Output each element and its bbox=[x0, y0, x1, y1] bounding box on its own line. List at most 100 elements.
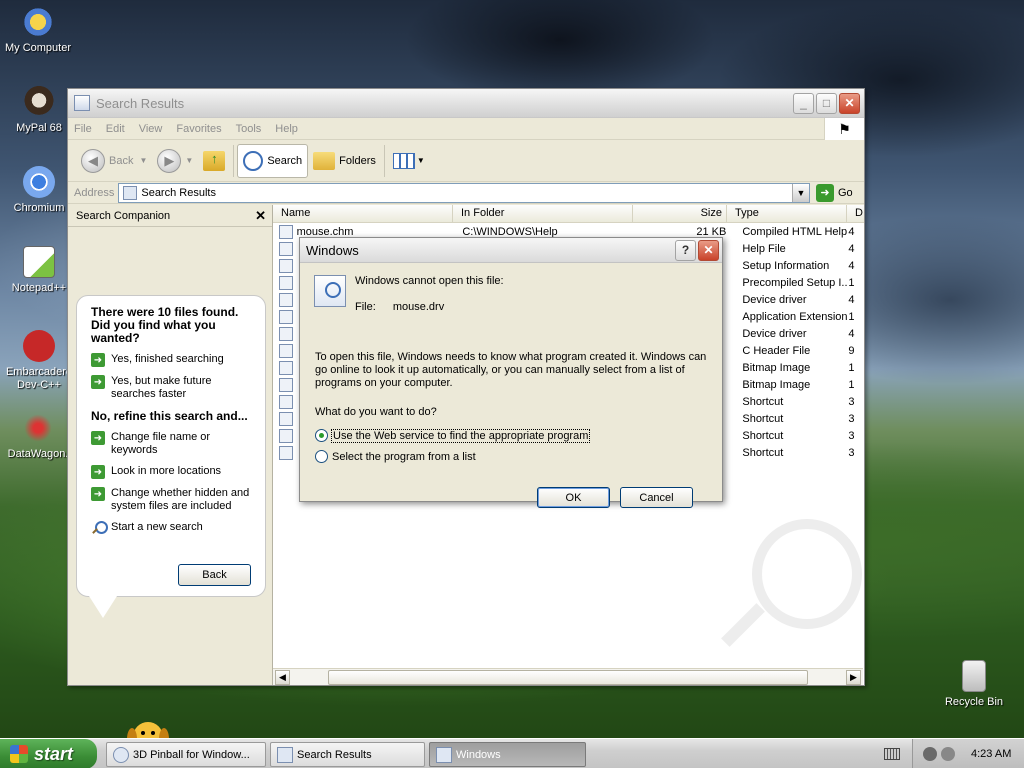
folders-button[interactable]: Folders bbox=[308, 144, 381, 178]
up-folder-icon: ↑ bbox=[203, 150, 226, 171]
companion-header: Search Companion ✕ bbox=[68, 205, 272, 227]
menu-help[interactable]: Help bbox=[275, 123, 298, 135]
pinball-icon bbox=[113, 746, 129, 763]
address-label: Address bbox=[74, 186, 115, 199]
open-with-dialog[interactable]: Windows ? ✕ Windows cannot open this fil… bbox=[299, 237, 723, 508]
menu-tools[interactable]: Tools bbox=[236, 123, 262, 135]
menu-view[interactable]: View bbox=[139, 123, 163, 135]
address-input[interactable]: Search Results ▼ bbox=[118, 182, 810, 203]
datawagon-icon bbox=[22, 412, 54, 444]
cancel-button[interactable]: Cancel bbox=[620, 487, 693, 508]
cell-type: Help File bbox=[742, 243, 786, 255]
minimize-button[interactable]: _ bbox=[793, 92, 814, 114]
file-icon bbox=[279, 378, 293, 392]
scroll-left-icon[interactable]: ◀ bbox=[275, 669, 290, 685]
taskbar-item-label: 3D Pinball for Window... bbox=[133, 748, 250, 761]
maximize-button[interactable]: □ bbox=[816, 92, 837, 114]
volume-icon[interactable] bbox=[941, 747, 955, 761]
search-button[interactable]: Search bbox=[237, 143, 309, 178]
column-in-folder[interactable]: In Folder bbox=[453, 205, 633, 222]
companion-back-button[interactable]: Back bbox=[178, 564, 251, 586]
green-arrow-icon: ➜ bbox=[91, 353, 105, 367]
green-arrow-icon: ➜ bbox=[91, 431, 105, 445]
option-change-file-name[interactable]: ➜ Change file name or keywords bbox=[91, 431, 257, 457]
scroll-right-icon[interactable]: ▶ bbox=[846, 669, 861, 685]
column-date[interactable]: D bbox=[847, 205, 863, 222]
option-finished-searching[interactable]: ➜ Yes, finished searching bbox=[91, 353, 257, 367]
dialog-titlebar[interactable]: Windows ? ✕ bbox=[300, 238, 722, 263]
keyboard-icon[interactable] bbox=[884, 748, 900, 760]
option-more-locations[interactable]: ➜ Look in more locations bbox=[91, 465, 257, 479]
companion-balloon: There were 10 files found. Did you find … bbox=[76, 295, 266, 618]
views-button[interactable]: ▼ bbox=[388, 144, 430, 178]
option-label: Yes, finished searching bbox=[111, 353, 224, 365]
address-value: Search Results bbox=[141, 186, 216, 199]
views-dropdown-icon[interactable]: ▼ bbox=[417, 156, 425, 165]
desktop-icon-my-computer[interactable]: My Computer bbox=[0, 6, 76, 55]
forward-dropdown-icon[interactable]: ▼ bbox=[185, 156, 193, 165]
radio-list-label: Select the program from a list bbox=[332, 450, 476, 463]
taskbar-item-windows-dialog[interactable]: Windows bbox=[429, 742, 586, 767]
desktop-icon-mypal[interactable]: MyPal 68 bbox=[1, 86, 77, 135]
forward-button[interactable]: ▶ ▼ bbox=[152, 144, 198, 178]
up-folder-button[interactable]: ↑ bbox=[198, 144, 230, 178]
cell-d: 4 bbox=[848, 243, 855, 255]
option-label: Look in more locations bbox=[111, 465, 222, 477]
desktop-icon-label: Recycle Bin bbox=[944, 696, 1004, 708]
cell-d: 1 bbox=[848, 311, 855, 323]
column-size[interactable]: Size bbox=[633, 205, 727, 222]
start-label: start bbox=[34, 743, 74, 764]
desktop-icon-chromium[interactable]: Chromium bbox=[1, 166, 77, 215]
window-icon bbox=[436, 746, 452, 763]
dialog-question: What do you want to do? bbox=[315, 406, 437, 418]
network-icon[interactable] bbox=[923, 747, 937, 761]
desktop-icon-datawagon[interactable]: DataWagon. bbox=[0, 412, 76, 461]
windows-flag-icon bbox=[10, 745, 28, 763]
radio-select-from-list[interactable]: Select the program from a list bbox=[315, 450, 476, 463]
cell-type: Shortcut bbox=[742, 447, 784, 459]
dialog-close-button[interactable]: ✕ bbox=[698, 239, 719, 261]
refine-heading: No, refine this search and... bbox=[91, 409, 248, 423]
cell-d: 9 bbox=[848, 345, 855, 357]
help-button[interactable]: ? bbox=[675, 239, 696, 261]
notepadpp-icon bbox=[23, 246, 55, 278]
close-button[interactable]: ✕ bbox=[839, 92, 860, 114]
desktop-icon-notepadpp[interactable]: Notepad++ bbox=[1, 246, 77, 295]
radio-dot bbox=[315, 450, 328, 463]
radio-web-service[interactable]: Use the Web service to find the appropri… bbox=[315, 428, 591, 443]
ok-button[interactable]: OK bbox=[537, 487, 610, 508]
start-button[interactable]: start bbox=[0, 739, 97, 768]
go-button[interactable]: ➜ Go bbox=[810, 183, 864, 202]
views-icon bbox=[392, 152, 415, 169]
taskbar-item-pinball[interactable]: 3D Pinball for Window... bbox=[106, 742, 266, 767]
menu-file[interactable]: File bbox=[74, 123, 92, 135]
column-type[interactable]: Type bbox=[727, 205, 847, 222]
option-hidden-system-files[interactable]: ➜ Change whether hidden and system files… bbox=[91, 487, 257, 513]
file-icon bbox=[279, 361, 293, 375]
option-label: Yes, but make future searches faster bbox=[111, 375, 212, 400]
column-name[interactable]: Name bbox=[273, 205, 453, 222]
mypal-icon bbox=[23, 86, 55, 118]
dialog-title: Windows bbox=[306, 242, 359, 258]
menu-edit[interactable]: Edit bbox=[106, 123, 125, 135]
desktop-icon-devcpp[interactable]: Embarcadero Dev-C++ bbox=[1, 330, 77, 392]
clock[interactable]: 4:23 AM bbox=[971, 748, 1011, 760]
taskbar-item-search-results[interactable]: Search Results bbox=[270, 742, 425, 767]
file-icon bbox=[279, 395, 293, 409]
menu-favorites[interactable]: Favorites bbox=[176, 123, 221, 135]
window-titlebar[interactable]: Search Results _ □ ✕ bbox=[68, 89, 864, 118]
back-arrow-icon: ◀ bbox=[81, 148, 105, 173]
companion-close-icon[interactable]: ✕ bbox=[255, 208, 266, 224]
system-tray: 4:23 AM bbox=[912, 739, 1024, 768]
option-new-search[interactable]: Start a new search bbox=[91, 521, 257, 535]
back-button[interactable]: ◀ Back ▼ bbox=[76, 144, 152, 178]
toolbar: ◀ Back ▼ ▶ ▼ ↑ Search Folders ▼ bbox=[68, 140, 864, 182]
desktop-icon-recycle-bin[interactable]: Recycle Bin bbox=[936, 660, 1012, 709]
option-faster-searches[interactable]: ➜ Yes, but make future searches faster bbox=[91, 375, 257, 401]
file-icon bbox=[279, 310, 293, 324]
taskbar-item-label: Windows bbox=[456, 748, 501, 761]
address-dropdown-icon[interactable]: ▼ bbox=[792, 183, 809, 202]
back-dropdown-icon[interactable]: ▼ bbox=[139, 156, 147, 165]
horizontal-scrollbar[interactable]: ◀ ▶ bbox=[273, 668, 863, 685]
scroll-thumb[interactable] bbox=[328, 669, 808, 685]
